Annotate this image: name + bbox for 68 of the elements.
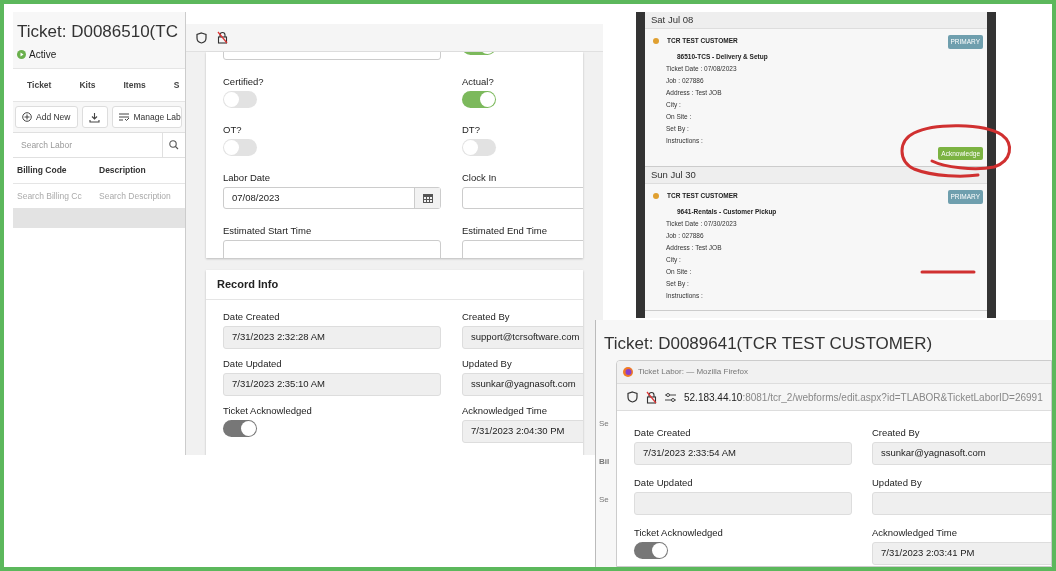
readonly-field: ssunkar@yagnasoft.com xyxy=(462,373,583,396)
search-field[interactable]: Search Labor xyxy=(13,132,185,158)
field-label: Acknowledged Time xyxy=(872,527,958,539)
field-label: Created By xyxy=(872,427,920,439)
toggle-switch[interactable] xyxy=(462,91,496,108)
column-filter-field[interactable]: Search Billing Cc xyxy=(13,189,95,203)
section-title: Record Info xyxy=(217,277,279,293)
readonly-field: 7/31/2023 2:03:41 PM xyxy=(872,542,1051,565)
field-label: Updated By xyxy=(462,358,512,370)
sliders-icon xyxy=(665,392,676,402)
field-label: Estimated Start Time xyxy=(223,225,312,237)
readonly-field: ssunkar@yagnasoft.com xyxy=(872,442,1051,465)
partial-text: Se xyxy=(599,418,610,430)
toggle-switch[interactable] xyxy=(223,139,257,156)
shield-icon xyxy=(627,391,638,403)
field-label: Acknowledged Time xyxy=(462,405,548,417)
page-title: Ticket: D0089641(TCR TEST CUSTOMER) xyxy=(604,332,933,355)
add-new-button[interactable]: Add New xyxy=(15,106,78,128)
manage-labor-button[interactable]: Manage Lab xyxy=(111,106,182,128)
toggle-switch[interactable] xyxy=(223,91,257,108)
field-label: OT? xyxy=(223,124,242,136)
column-header[interactable]: Billing Code xyxy=(13,164,95,177)
tab[interactable]: Items xyxy=(123,78,146,92)
plus-circle-icon xyxy=(22,112,32,122)
field-label: Date Updated xyxy=(223,358,282,370)
readonly-field: 7/31/2023 2:04:30 PM xyxy=(462,420,583,443)
field-label: Estimated End Time xyxy=(462,225,547,237)
partial-text: Se xyxy=(599,494,610,506)
field-label: Updated By xyxy=(872,477,922,489)
readonly-field: 7/31/2023 2:35:10 AM xyxy=(223,373,441,396)
tab[interactable]: Kits xyxy=(79,78,96,92)
page-title: Ticket: D0086510(TC xyxy=(17,22,179,42)
field-label: Date Created xyxy=(634,427,691,439)
field-label: Clock In xyxy=(462,172,497,184)
readonly-field: 7/31/2023 2:33:54 AM xyxy=(634,442,852,465)
field-label: Labor Date xyxy=(223,172,270,184)
column-filter-field[interactable]: Search Description xyxy=(95,189,177,203)
date-field[interactable]: 07/08/2023 xyxy=(223,187,441,209)
field-label: Date Created xyxy=(223,311,280,323)
search-icon[interactable] xyxy=(169,140,179,150)
lock-off-icon xyxy=(646,390,657,404)
field-label: Ticket Acknowledged xyxy=(634,527,723,539)
checklist-icon xyxy=(118,112,130,122)
readonly-field: support@tcrsoftware.com xyxy=(462,326,583,349)
readonly-field: 7/31/2023 2:32:28 AM xyxy=(223,326,441,349)
download-button[interactable] xyxy=(81,106,108,128)
partial-text: Bil xyxy=(599,456,611,468)
calendar-icon[interactable] xyxy=(414,188,440,208)
shield-icon xyxy=(196,31,207,44)
window-title: Ticket Labor: — Mozilla Firefox xyxy=(638,366,748,378)
play-status-icon xyxy=(17,50,26,59)
column-header[interactable]: Description xyxy=(95,164,177,177)
day-header: Sat Jul 08 xyxy=(645,12,987,29)
field-label: Certified? xyxy=(223,76,264,88)
tab[interactable]: Ticket xyxy=(27,78,52,92)
field-label: Ticket Acknowledged xyxy=(223,405,312,417)
status-text: Active xyxy=(29,48,57,62)
tab[interactable]: S xyxy=(173,78,180,92)
field-label: DT? xyxy=(462,124,480,136)
input-field[interactable] xyxy=(223,240,441,258)
day-header: Sun Jul 30 xyxy=(645,167,987,185)
field-label: Actual? xyxy=(462,76,494,88)
browser-logo-icon xyxy=(623,367,633,377)
field-label: Created By xyxy=(462,311,510,323)
lock-off-icon xyxy=(217,31,228,44)
download-icon xyxy=(89,111,100,123)
toggle-switch[interactable] xyxy=(462,139,496,156)
field-label: Date Updated xyxy=(634,477,693,489)
